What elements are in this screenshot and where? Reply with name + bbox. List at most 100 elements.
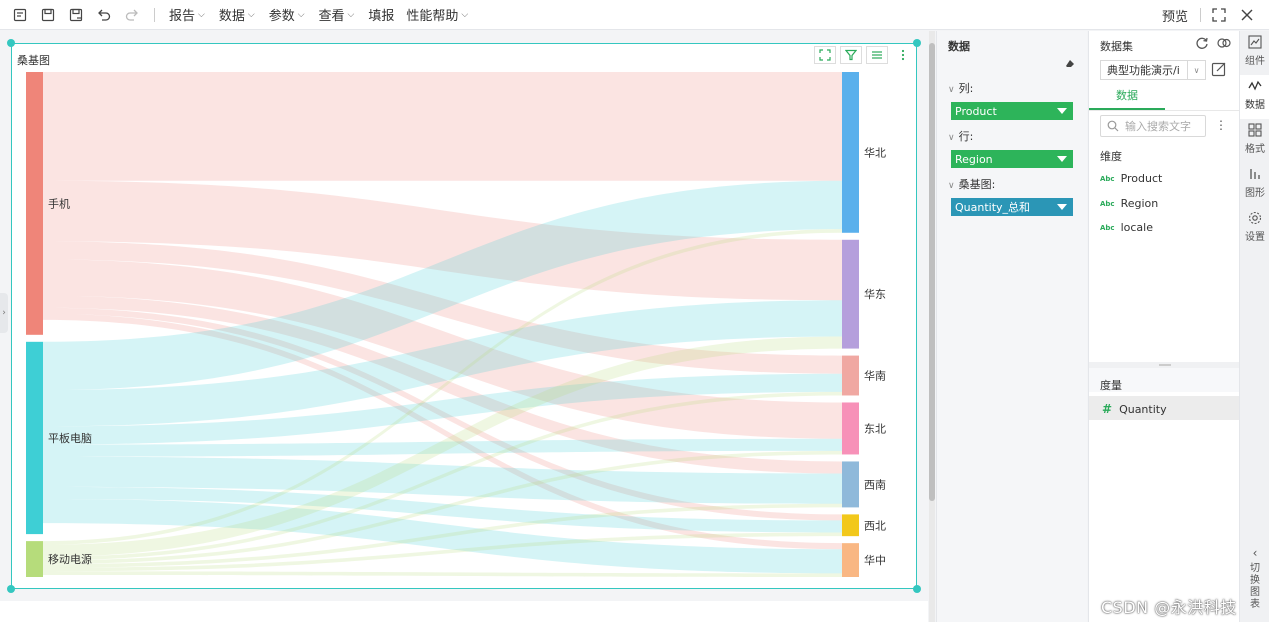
sankey-source-node[interactable]: [26, 341, 43, 535]
splitter-grip[interactable]: [1159, 364, 1171, 366]
menu-view[interactable]: 查看 ⌵: [319, 5, 355, 24]
menu-fill[interactable]: 填报: [368, 5, 394, 24]
sankey-target-label: 西南: [864, 478, 886, 491]
refresh-icon[interactable]: [1195, 36, 1209, 50]
close-icon[interactable]: [1239, 7, 1255, 23]
list-icon[interactable]: [866, 46, 888, 64]
redo-icon[interactable]: [124, 7, 140, 23]
side-tab-data[interactable]: 数据: [1240, 75, 1269, 119]
sankey-link[interactable]: [43, 72, 842, 181]
undo-icon[interactable]: [96, 7, 112, 23]
menu-params[interactable]: 参数 ⌵: [269, 5, 305, 24]
side-tab-data-label: 数据: [1245, 100, 1265, 111]
menu-data-label: 数据: [218, 9, 245, 24]
dataset-select[interactable]: 典型功能演示/i ∨: [1100, 60, 1206, 80]
columns-field-name: Product: [955, 104, 997, 118]
sankey-target-label: 西北: [864, 519, 886, 532]
dimension-group-label: 维度: [1100, 150, 1122, 163]
side-tab-settings[interactable]: 设置: [1240, 207, 1269, 251]
sankey-measure-pill[interactable]: Quantity_总和: [951, 198, 1073, 216]
field-region[interactable]: Abc Region: [1100, 197, 1158, 210]
toggle-char: 表: [1250, 599, 1260, 610]
field-quantity[interactable]: # Quantity: [1100, 402, 1167, 416]
new-report-icon[interactable]: [12, 7, 28, 23]
sankey-link[interactable]: [43, 571, 842, 577]
maximize-icon[interactable]: [814, 46, 836, 64]
sankey-target-node[interactable]: [842, 543, 859, 577]
sankey-target-node[interactable]: [842, 355, 859, 396]
menu-view-label: 查看: [318, 9, 345, 24]
sankey-chart-component[interactable]: 手机 平板电脑 移动电源 华北 华东 华南 东北 西南 西北 华中 桑基图: [11, 43, 917, 589]
chevron-down-icon: ∨: [948, 181, 955, 191]
sankey-target-node[interactable]: [842, 239, 859, 349]
rows-field-pill[interactable]: Region: [951, 150, 1073, 168]
more-options-icon[interactable]: ⋮: [1215, 118, 1227, 132]
watermark: CSDN @永洪科技: [1101, 598, 1237, 617]
preview-button[interactable]: 预览: [1162, 6, 1188, 25]
field-quantity-label: Quantity: [1119, 402, 1167, 416]
sankey-source-node[interactable]: [26, 72, 43, 335]
menu-perf-help-label: 性能帮助: [406, 9, 459, 24]
tab-data[interactable]: 数据: [1089, 86, 1165, 110]
scrollbar-thumb[interactable]: [929, 43, 935, 501]
field-locale-label: locale: [1120, 221, 1153, 234]
side-tab-graph[interactable]: 图形: [1240, 163, 1269, 207]
sankey-target-node[interactable]: [842, 514, 859, 537]
filter-icon[interactable]: [840, 46, 862, 64]
switch-chart-toggle[interactable]: ‹ 切 换 图 表: [1240, 547, 1269, 611]
rows-section-label[interactable]: ∨ 行:: [948, 128, 973, 144]
resize-handle[interactable]: [7, 39, 15, 47]
search-icon: [1107, 120, 1119, 132]
sankey-section-label[interactable]: ∨ 桑基图:: [948, 176, 995, 192]
top-toolbar: 报告 ⌵ 数据 ⌵ 参数 ⌵ 查看 ⌵ 填报 性能帮助 ⌵ 预览: [0, 0, 1269, 30]
menu-perf-help[interactable]: 性能帮助 ⌵: [406, 5, 468, 24]
sankey-source-label: 移动电源: [48, 552, 92, 566]
more-icon[interactable]: [892, 46, 914, 64]
sankey-field-name: Quantity_总和: [955, 201, 1031, 214]
report-canvas: › 手机 平板电脑 移动电源 华北 华东 华南 东北 西南 西北 华中 桑基图: [0, 31, 928, 622]
save-icon[interactable]: [40, 7, 56, 23]
dropdown-arrow-icon[interactable]: [1057, 204, 1067, 210]
sankey-source-node[interactable]: [26, 541, 43, 577]
sankey-target-label: 华东: [864, 287, 886, 301]
dropdown-arrow-icon[interactable]: [1057, 156, 1067, 162]
canvas-bottom-area: [0, 601, 928, 622]
sankey-target-node[interactable]: [842, 402, 859, 455]
field-search-input[interactable]: 输入搜索文字: [1100, 115, 1206, 137]
dataset-select-value: 典型功能演示/i: [1107, 64, 1180, 77]
side-tab-component[interactable]: 组件: [1240, 31, 1269, 75]
resize-handle[interactable]: [913, 585, 921, 593]
chevron-down-icon: ⌵: [347, 9, 355, 20]
chevron-down-icon[interactable]: ∨: [1187, 61, 1205, 79]
chevron-down-icon: ⌵: [297, 9, 305, 20]
fullscreen-icon[interactable]: [1211, 7, 1227, 23]
resize-handle[interactable]: [7, 585, 15, 593]
columns-section-label[interactable]: ∨ 列:: [948, 80, 973, 96]
field-product[interactable]: Abc Product: [1100, 172, 1162, 185]
edit-dataset-icon[interactable]: [1211, 61, 1227, 77]
menu-report[interactable]: 报告 ⌵: [169, 5, 205, 24]
text-type-icon: Abc: [1100, 223, 1115, 232]
toggle-char: 图: [1250, 587, 1260, 598]
sankey-target-node[interactable]: [842, 72, 859, 233]
dataset-title: 数据集: [1100, 40, 1133, 53]
dataset-link-icon[interactable]: [1217, 36, 1231, 50]
expand-left-panel-button[interactable]: ›: [0, 293, 8, 333]
menu-data[interactable]: 数据 ⌵: [219, 5, 255, 24]
sankey-target-label: 华南: [864, 369, 886, 383]
toolbar-right: 预览: [1162, 0, 1269, 30]
field-locale[interactable]: Abc locale: [1100, 221, 1153, 234]
sankey-target-node[interactable]: [842, 461, 859, 508]
text-type-icon: Abc: [1100, 174, 1115, 183]
sankey-links: [43, 72, 842, 577]
sankey-chart: 手机平板电脑移动电源 华北华东华南东北西南西北华中: [26, 72, 886, 577]
columns-label: 列:: [958, 82, 974, 95]
save-as-icon[interactable]: [68, 7, 84, 23]
side-tab-format[interactable]: 格式: [1240, 119, 1269, 163]
eraser-icon[interactable]: [1065, 59, 1075, 69]
dataset-panel: 数据集 典型功能演示/i ∨ 数据 输入搜索文字 ⋮ 维度 Abc Product …: [1088, 31, 1240, 622]
columns-field-pill[interactable]: Product: [951, 102, 1073, 120]
canvas-scrollbar[interactable]: [929, 31, 935, 622]
dropdown-arrow-icon[interactable]: [1057, 108, 1067, 114]
resize-handle[interactable]: [913, 39, 921, 47]
